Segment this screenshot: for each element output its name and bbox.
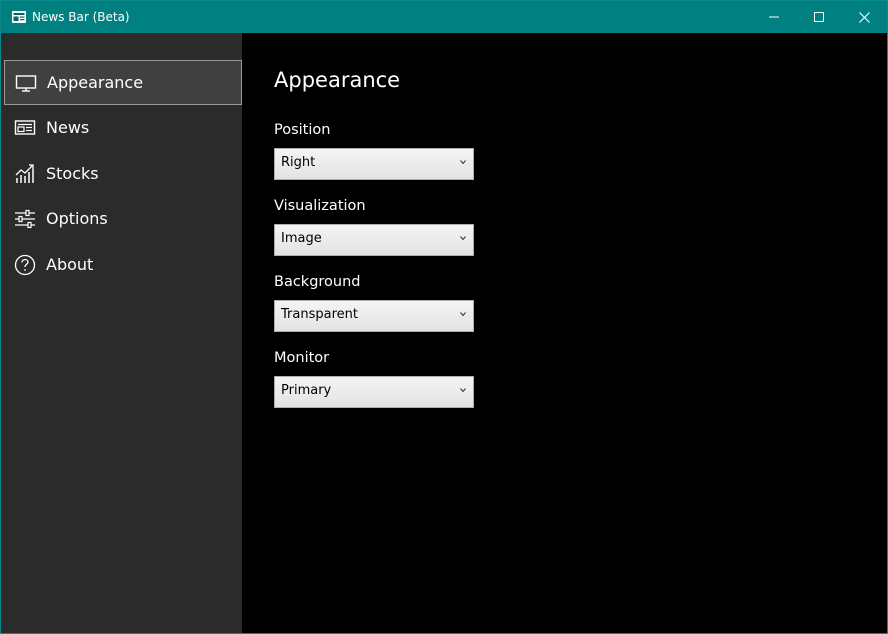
chevron-down-icon — [460, 388, 466, 393]
sidebar: Appearance News Stocks Options About — [1, 33, 242, 633]
sidebar-item-label: News — [46, 118, 90, 137]
monitor-icon — [15, 72, 37, 94]
stock-chart-icon — [14, 163, 36, 185]
minimize-button[interactable] — [751, 1, 797, 33]
close-button[interactable] — [841, 1, 887, 33]
title-bar[interactable]: News Bar (Beta) — [1, 1, 887, 33]
minimize-icon — [769, 16, 779, 18]
sidebar-item-about[interactable]: About — [4, 243, 242, 288]
sidebar-item-stocks[interactable]: Stocks — [4, 152, 242, 197]
sidebar-item-options[interactable]: Options — [4, 197, 242, 242]
close-icon — [858, 11, 870, 23]
sidebar-item-label: Stocks — [46, 164, 99, 183]
sidebar-item-label: About — [46, 255, 94, 274]
chevron-down-icon — [460, 236, 466, 241]
sidebar-item-label: Options — [46, 209, 108, 228]
visualization-value: Image — [281, 231, 322, 246]
newspaper-icon — [14, 117, 36, 139]
help-circle-icon — [14, 254, 36, 276]
main-content: Appearance Position Right Visualization … — [242, 33, 887, 633]
background-label: Background — [274, 274, 361, 290]
visualization-dropdown[interactable]: Image — [274, 224, 474, 256]
monitor-dropdown[interactable]: Primary — [274, 376, 474, 408]
position-label: Position — [274, 122, 331, 138]
app-icon — [11, 9, 27, 25]
monitor-value: Primary — [281, 383, 332, 398]
position-value: Right — [281, 155, 316, 170]
sidebar-item-label: Appearance — [47, 73, 144, 92]
maximize-icon — [814, 12, 824, 22]
page-title: Appearance — [274, 68, 401, 92]
window-title: News Bar (Beta) — [32, 10, 130, 24]
visualization-label: Visualization — [274, 198, 366, 214]
position-dropdown[interactable]: Right — [274, 148, 474, 180]
chevron-down-icon — [460, 312, 466, 317]
background-dropdown[interactable]: Transparent — [274, 300, 474, 332]
sliders-icon — [14, 208, 36, 230]
chevron-down-icon — [460, 160, 466, 165]
sidebar-item-news[interactable]: News — [4, 106, 242, 151]
sidebar-item-appearance[interactable]: Appearance — [4, 60, 242, 105]
monitor-label: Monitor — [274, 350, 330, 366]
app-window: News Bar (Beta) Appearance News Stocks O… — [0, 0, 888, 634]
background-value: Transparent — [281, 307, 358, 322]
maximize-button[interactable] — [796, 1, 842, 33]
